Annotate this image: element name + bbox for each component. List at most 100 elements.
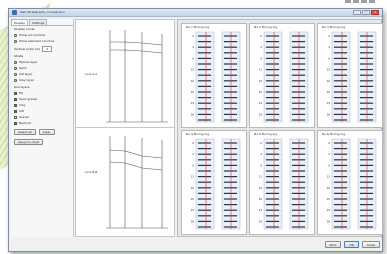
layer-bar xyxy=(292,220,305,222)
depth-tick-label: 16 xyxy=(259,79,263,83)
radio-icon[interactable] xyxy=(14,72,17,76)
layer-bar xyxy=(334,164,347,166)
layer-bar xyxy=(292,192,305,194)
layer-checkbox[interactable]: Bedrock xyxy=(14,120,70,126)
layer-label: Gravel xyxy=(19,114,29,119)
depth-tick-label: 8 xyxy=(192,163,194,167)
radio-icon[interactable] xyxy=(14,60,17,64)
depth-tick-label: 28 xyxy=(259,219,263,223)
radio-icon[interactable] xyxy=(14,78,17,82)
boring-log-chart: No.1 Boring log 0 4 8 12 16 20 24 28 xyxy=(181,23,247,128)
depth-tick-label: 0 xyxy=(328,141,330,145)
depth-tick-label: 0 xyxy=(192,34,194,38)
chart-title: No.1 Boring log xyxy=(186,25,210,29)
depth-tick-label: 20 xyxy=(191,197,195,201)
layer-bar xyxy=(266,63,279,65)
layer-bar xyxy=(198,220,211,222)
layer-bar xyxy=(360,69,373,71)
layer-bar xyxy=(360,80,373,82)
checkbox-icon[interactable] xyxy=(14,115,17,119)
layer-bar xyxy=(360,204,373,206)
layer-bar xyxy=(224,153,237,155)
layer-bar xyxy=(334,204,347,206)
layer-bar xyxy=(224,80,237,82)
depth-tick-label: 16 xyxy=(191,79,195,83)
scale-select[interactable]: 2 xyxy=(42,46,53,52)
layer-bar xyxy=(334,159,347,161)
cross-section-diagram xyxy=(106,136,168,229)
layer-bar xyxy=(224,41,237,43)
layer-bar xyxy=(198,187,211,189)
cross-section-bottom: Line B-B xyxy=(76,128,174,236)
layer-bar xyxy=(266,164,279,166)
checkbox-icon[interactable] xyxy=(14,103,17,107)
layer-bar xyxy=(224,204,237,206)
layer-bar xyxy=(224,164,237,166)
depth-tick-label: 4 xyxy=(328,152,330,156)
radio-icon[interactable] xyxy=(14,33,17,37)
maximize-icon[interactable]: □ xyxy=(362,10,370,15)
depth-tick-label: 8 xyxy=(328,163,330,167)
strata-option[interactable]: Clay layer xyxy=(14,77,70,83)
checkbox-icon[interactable] xyxy=(14,91,17,95)
layer-bar xyxy=(266,153,279,155)
close-icon[interactable]: × xyxy=(371,10,379,15)
radio-icon[interactable] xyxy=(14,66,17,70)
layer-bar xyxy=(292,91,305,93)
layer-bar xyxy=(224,119,237,121)
layer-bar xyxy=(224,159,237,161)
checkbox-icon[interactable] xyxy=(14,109,17,113)
depth-tick-label: 12 xyxy=(191,175,195,179)
depth-tick-label: 0 xyxy=(192,141,194,145)
layer-bar xyxy=(224,52,237,54)
layer-bar xyxy=(224,198,237,200)
layer-bar xyxy=(266,181,279,183)
depth-tick-label: 12 xyxy=(259,175,263,179)
layer-bar xyxy=(198,74,211,76)
layer-bar xyxy=(360,220,373,222)
layer-bar xyxy=(334,74,347,76)
depth-tick-label: 0 xyxy=(260,34,262,38)
tab-display[interactable]: Display xyxy=(11,19,29,25)
layer-bar xyxy=(360,74,373,76)
layer-bar xyxy=(292,209,305,211)
depth-tick-label: 12 xyxy=(327,68,331,72)
tab-settings[interactable]: Settings xyxy=(29,19,48,25)
checkbox-icon[interactable] xyxy=(14,121,17,125)
layer-bar xyxy=(266,46,279,48)
layer-bar xyxy=(266,142,279,144)
layer-bar xyxy=(266,170,279,172)
radio-icon[interactable] xyxy=(14,39,17,43)
layer-bar xyxy=(266,220,279,222)
layer-bar xyxy=(198,63,211,65)
title-bar: Well Stratigraphy Comparison – □ × xyxy=(9,9,382,17)
minimize-icon[interactable]: – xyxy=(353,10,361,15)
layer-bar xyxy=(360,153,373,155)
layer-bar xyxy=(360,85,373,87)
layer-bar xyxy=(334,63,347,65)
clear-button[interactable]: Clear xyxy=(38,129,55,135)
depth-tick-label: 20 xyxy=(259,90,263,94)
layer-bar xyxy=(292,159,305,161)
options-tabs: Display Settings xyxy=(11,19,73,26)
depth-tick-label: 20 xyxy=(191,90,195,94)
boring-log-chart: No.2 Boring log 0 4 8 12 16 20 24 28 xyxy=(249,23,315,128)
close-button[interactable]: Close xyxy=(361,240,380,248)
layer-bar xyxy=(224,226,237,228)
apply-button[interactable]: Apply to chart xyxy=(14,139,44,145)
layer-bar xyxy=(292,119,305,121)
print-button[interactable]: Print xyxy=(324,240,342,248)
chart-title: No.6 Boring log xyxy=(322,132,346,136)
ok-button[interactable]: OK xyxy=(344,240,359,248)
checkbox-icon[interactable] xyxy=(14,97,17,101)
depth-tick-label: 28 xyxy=(327,112,331,116)
select-all-button[interactable]: Select all xyxy=(14,129,36,135)
layer-bar xyxy=(198,164,211,166)
layer-bar xyxy=(266,113,279,115)
display-option-selected[interactable]: Show selected columns xyxy=(14,38,70,44)
depth-tick-label: 4 xyxy=(192,45,194,49)
depth-tick-label: 24 xyxy=(327,101,331,105)
layer-bar xyxy=(224,97,237,99)
layer-label: Fill xyxy=(19,90,24,95)
layer-bar xyxy=(198,52,211,54)
